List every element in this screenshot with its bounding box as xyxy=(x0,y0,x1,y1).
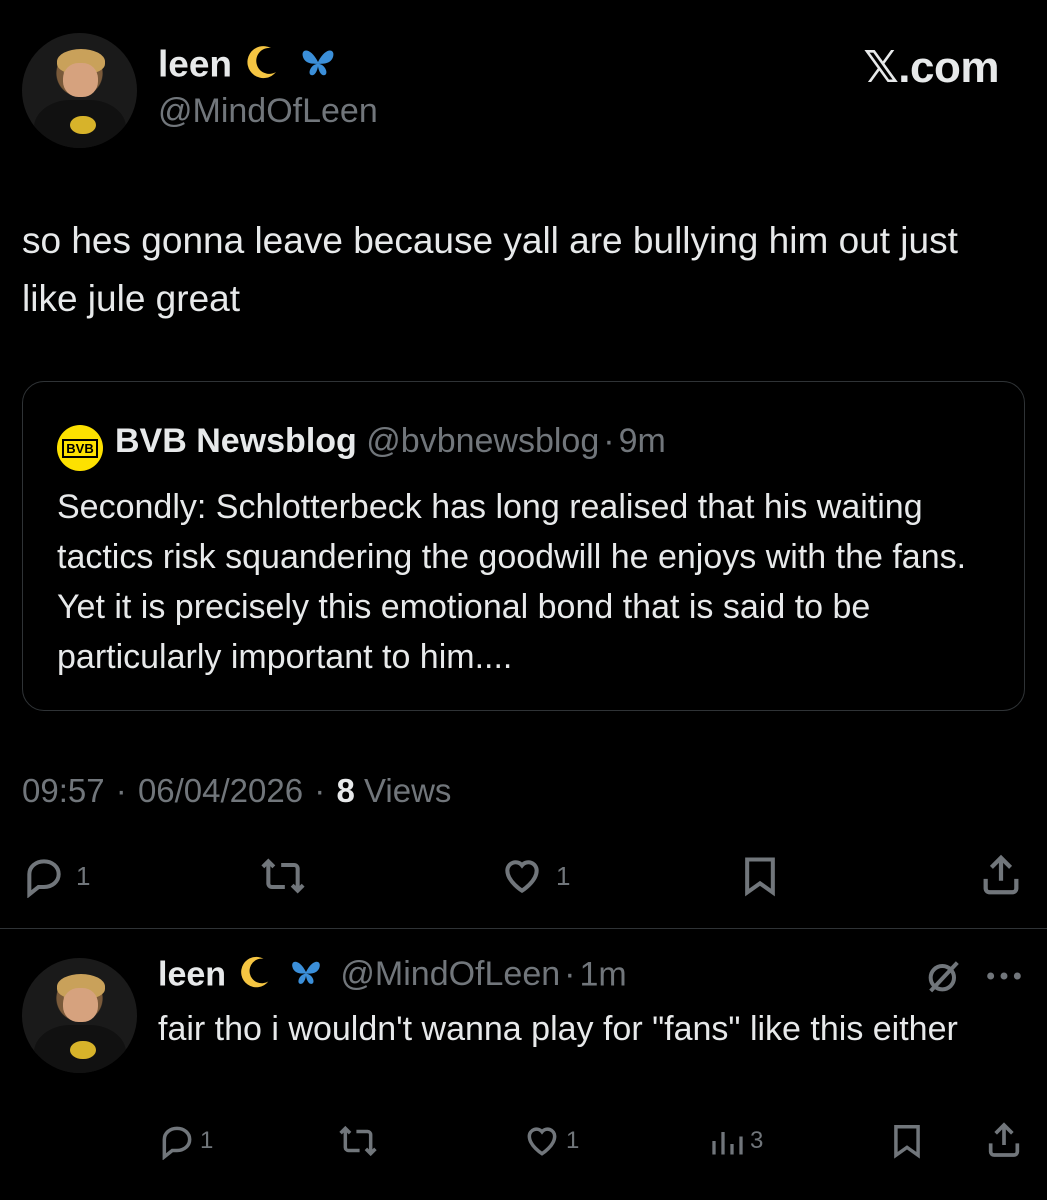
tweet-time[interactable]: 09:57 xyxy=(22,772,105,809)
reply-bookmark-button[interactable] xyxy=(888,1122,926,1160)
reply-retweet-button[interactable] xyxy=(336,1122,380,1160)
reply-like-button[interactable]: 1 xyxy=(522,1122,579,1160)
reply-author-handle[interactable]: @MindOfLeen xyxy=(340,955,560,993)
quote-header: BVB Newsblog @bvbnewsblog · 9m xyxy=(115,422,666,461)
quote-author-name[interactable]: BVB Newsblog xyxy=(115,422,357,460)
share-icon xyxy=(988,1122,1020,1157)
share-icon xyxy=(983,854,1019,895)
tweet-meta: 09:57 · 06/04/2026 · 8 Views xyxy=(22,772,451,810)
bookmark-button[interactable] xyxy=(738,854,782,898)
reply-header: leen @MindOfLeen · 1m xyxy=(158,953,627,1000)
author-name: leen xyxy=(158,43,233,85)
grok-icon[interactable] xyxy=(924,956,964,1001)
reply-icon xyxy=(27,859,61,898)
reply-time[interactable]: 1m xyxy=(579,955,626,993)
quote-text: Secondly: Schlotterbeck has long realise… xyxy=(57,488,967,676)
views-chart-icon xyxy=(712,1132,743,1155)
butterfly-icon xyxy=(289,955,323,998)
heart-icon xyxy=(527,1127,557,1156)
crescent-moon-icon xyxy=(236,953,274,1000)
more-options-icon[interactable] xyxy=(984,964,1024,993)
heart-icon xyxy=(505,860,539,894)
meta-separator: · xyxy=(115,772,127,809)
crescent-moon-icon xyxy=(242,42,282,91)
divider xyxy=(0,928,1047,929)
tweet-date[interactable]: 06/04/2026 xyxy=(138,772,303,809)
retweet-icon xyxy=(261,858,305,894)
reply-author-avatar[interactable] xyxy=(22,958,137,1073)
author-avatar[interactable] xyxy=(22,33,137,148)
reply-button[interactable]: 1 xyxy=(22,854,90,898)
views-label: Views xyxy=(363,772,452,809)
bookmark-icon xyxy=(745,857,775,897)
reply-reply-count: 1 xyxy=(200,1127,214,1154)
bookmark-icon xyxy=(894,1125,920,1159)
reply-separator: · xyxy=(564,955,576,994)
x-logo: 𝕏.com xyxy=(863,43,999,92)
quote-separator: · xyxy=(603,422,615,460)
reply-share-button[interactable] xyxy=(984,1120,1024,1160)
reply-like-count: 1 xyxy=(566,1127,580,1154)
author-name-row[interactable]: leen xyxy=(158,42,337,91)
reply-views-button[interactable]: 3 xyxy=(708,1122,763,1160)
reply-author-name[interactable]: leen xyxy=(158,955,226,993)
reply-views-count: 3 xyxy=(750,1127,764,1154)
share-button[interactable] xyxy=(978,852,1024,898)
like-button[interactable]: 1 xyxy=(498,854,570,898)
bvb-logo-text: BVB xyxy=(62,438,98,458)
quote-time[interactable]: 9m xyxy=(619,422,666,460)
retweet-icon xyxy=(339,1125,377,1157)
reply-icon xyxy=(162,1126,192,1160)
reply-count: 1 xyxy=(76,860,91,891)
bvb-newsblog-logo: BVB xyxy=(57,425,103,471)
butterfly-icon xyxy=(299,43,337,90)
quoted-tweet[interactable]: BVB BVB Newsblog @bvbnewsblog · 9m Secondl… xyxy=(22,381,1025,711)
reply-text: fair tho i wouldn't wanna play for "fans… xyxy=(158,1010,958,1048)
views-count: 8 xyxy=(336,772,355,809)
tweet-action-bar: 1 1 xyxy=(0,850,1047,900)
meta-separator: · xyxy=(314,772,326,809)
reply-action-bar: 1 1 3 xyxy=(0,1120,1047,1164)
retweet-button[interactable] xyxy=(258,854,308,898)
quote-author-handle[interactable]: @bvbnewsblog xyxy=(366,422,599,460)
like-count: 1 xyxy=(556,860,571,891)
author-handle[interactable]: @MindOfLeen xyxy=(158,92,378,131)
reply-reply-button[interactable]: 1 xyxy=(158,1122,213,1160)
tweet-text: so hes gonna leave because yall are bull… xyxy=(22,220,958,319)
